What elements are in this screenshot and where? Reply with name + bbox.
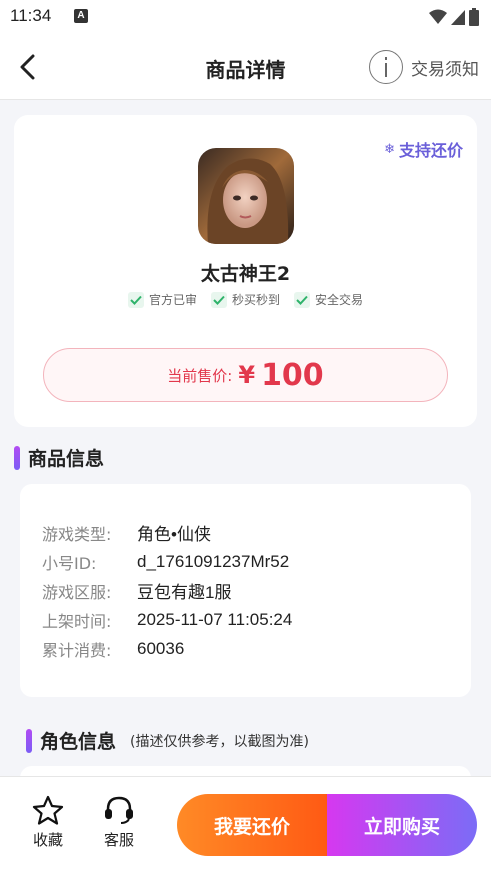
role-info-title: 角色信息	[40, 731, 117, 753]
trade-notice-button[interactable]: 交易须知	[369, 50, 479, 84]
check-icon	[210, 291, 227, 308]
customer-service-label: 客服	[103, 831, 134, 849]
info-value: 2025-11-07 11:05:24	[137, 609, 293, 629]
badge-label: 秒买秒到	[231, 293, 280, 307]
check-icon	[127, 291, 144, 308]
star-icon	[32, 795, 64, 825]
info-row-account-id: 小号ID: d_1761091237Mr52	[42, 547, 449, 576]
info-key: 累计消费:	[42, 640, 112, 660]
info-key: 小号ID:	[42, 553, 97, 573]
badge-label: 官方已审	[148, 293, 197, 307]
product-card: ❄ 支持还价 太古神王2 官方已审 秒买秒到 安全交易 当前售价: ¥ 100	[14, 115, 477, 427]
badge-label: 安全交易	[315, 293, 364, 307]
info-row-listed-time: 上架时间: 2025-11-07 11:05:24	[42, 605, 449, 634]
bottom-action-bar: 收藏 客服 我要还价 立即购买	[0, 776, 491, 872]
goods-info-title: 商品信息	[28, 448, 105, 470]
action-button-group: 我要还价 立即购买	[177, 794, 477, 856]
nav-bar: 商品详情 交易须知	[0, 34, 491, 100]
bargain-support-tag: ❄ 支持还价	[384, 137, 463, 161]
info-key: 游戏区服:	[42, 582, 112, 602]
guarantee-badges: 官方已审 秒买秒到 安全交易	[14, 291, 477, 308]
role-info-note: (描述仅供参考，以截图为准)	[130, 733, 309, 750]
info-key: 上架时间:	[42, 611, 112, 631]
customer-service-button[interactable]: 客服	[94, 795, 144, 850]
trade-notice-label: 交易须知	[411, 59, 479, 80]
bargain-button[interactable]: 我要还价	[177, 794, 327, 856]
goods-info-heading: 商品信息	[14, 444, 104, 471]
badge-official-reviewed: 官方已审	[127, 291, 197, 308]
badge-safe-trade: 安全交易	[294, 291, 363, 308]
info-value: 豆包有趣1服	[137, 583, 232, 602]
info-value: 角色•仙侠	[137, 525, 211, 544]
section-accent-bar	[26, 728, 32, 753]
info-value: d_1761091237Mr52	[137, 551, 290, 571]
price-box: 当前售价: ¥ 100	[43, 348, 448, 402]
info-row-game-type: 游戏类型: 角色•仙侠	[42, 518, 449, 547]
info-key: 游戏类型:	[42, 524, 112, 544]
status-bar: 11:34 A	[0, 0, 491, 34]
price-currency: ¥	[238, 361, 256, 389]
favorite-label: 收藏	[32, 831, 63, 849]
price-value: 100	[261, 357, 324, 393]
game-icon	[198, 148, 294, 244]
game-name: 太古神王2	[200, 263, 291, 285]
info-value: 60036	[137, 638, 185, 658]
price-label: 当前售价:	[167, 366, 233, 385]
check-icon	[294, 291, 310, 308]
battery-icon	[469, 8, 479, 26]
status-time: 11:34	[10, 6, 52, 25]
status-icons	[429, 8, 479, 26]
badge-instant-delivery: 秒买秒到	[210, 291, 280, 308]
snowflake-icon: ❄	[384, 141, 395, 157]
buy-now-button[interactable]: 立即购买	[327, 794, 477, 856]
bargain-tag-label: 支持还价	[398, 141, 463, 160]
signal-icon	[451, 10, 465, 25]
role-info-heading: 角色信息 (描述仅供参考，以截图为准)	[26, 727, 309, 754]
headset-icon	[105, 796, 133, 824]
section-accent-bar	[14, 445, 20, 470]
notification-icon: A	[74, 9, 88, 23]
wifi-icon	[429, 9, 447, 24]
info-row-server: 游戏区服: 豆包有趣1服	[42, 576, 449, 605]
info-circle-icon	[369, 50, 403, 84]
info-row-total-spend: 累计消费: 60036	[42, 634, 449, 663]
favorite-button[interactable]: 收藏	[23, 795, 73, 850]
goods-info-card: 游戏类型: 角色•仙侠 小号ID: d_1761091237Mr52 游戏区服:…	[20, 484, 471, 697]
